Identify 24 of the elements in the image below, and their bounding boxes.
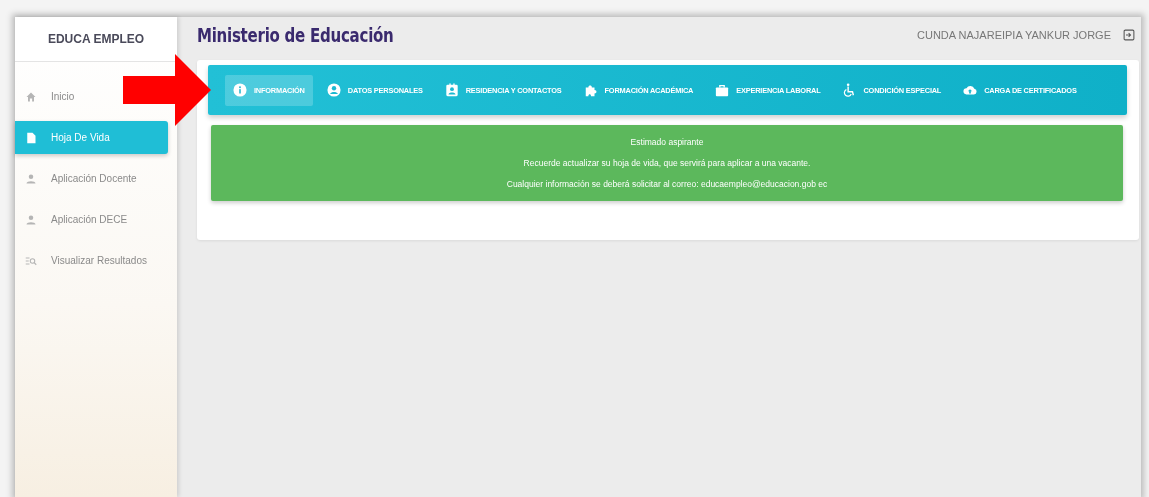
person-icon [25, 172, 37, 185]
home-icon [25, 90, 37, 103]
alert-text: Cualquier información se deberá solicitar al correo: educaempleo@educacion.gob ec [506, 179, 828, 189]
page-title: Ministerio de Educación [197, 24, 394, 46]
sidebar-item[interactable]: Inicio [15, 80, 81, 113]
sidebar-item[interactable]: Hoja De Vida [15, 121, 168, 154]
sidebar-item[interactable]: Aplicación DECE [15, 203, 134, 236]
info-icon [233, 83, 247, 97]
account-icon [326, 83, 341, 97]
logout-icon[interactable] [1123, 29, 1135, 41]
list-search-icon [25, 254, 37, 267]
user-name: CUNDA NAJAREIPIA YANKUR JORGE [917, 29, 1111, 41]
puzzle-icon [583, 83, 598, 97]
alert-text: Recuerde actualizar su hoja de vida, que servirá para aplicar a una vacante. [523, 158, 811, 168]
sidebar-item[interactable]: Visualizar Resultados [15, 244, 153, 277]
person-icon [25, 213, 37, 226]
contact-card-icon [444, 83, 459, 97]
alert-text: Estimado aspirante [630, 137, 704, 147]
wheelchair-icon [842, 83, 857, 97]
briefcase-icon [715, 83, 730, 97]
app-title: EDUCA EMPLEO [15, 17, 177, 62]
document-icon [25, 131, 37, 144]
cloud-upload-icon [963, 83, 978, 97]
sidebar-item[interactable]: Aplicación Docente [15, 162, 143, 195]
